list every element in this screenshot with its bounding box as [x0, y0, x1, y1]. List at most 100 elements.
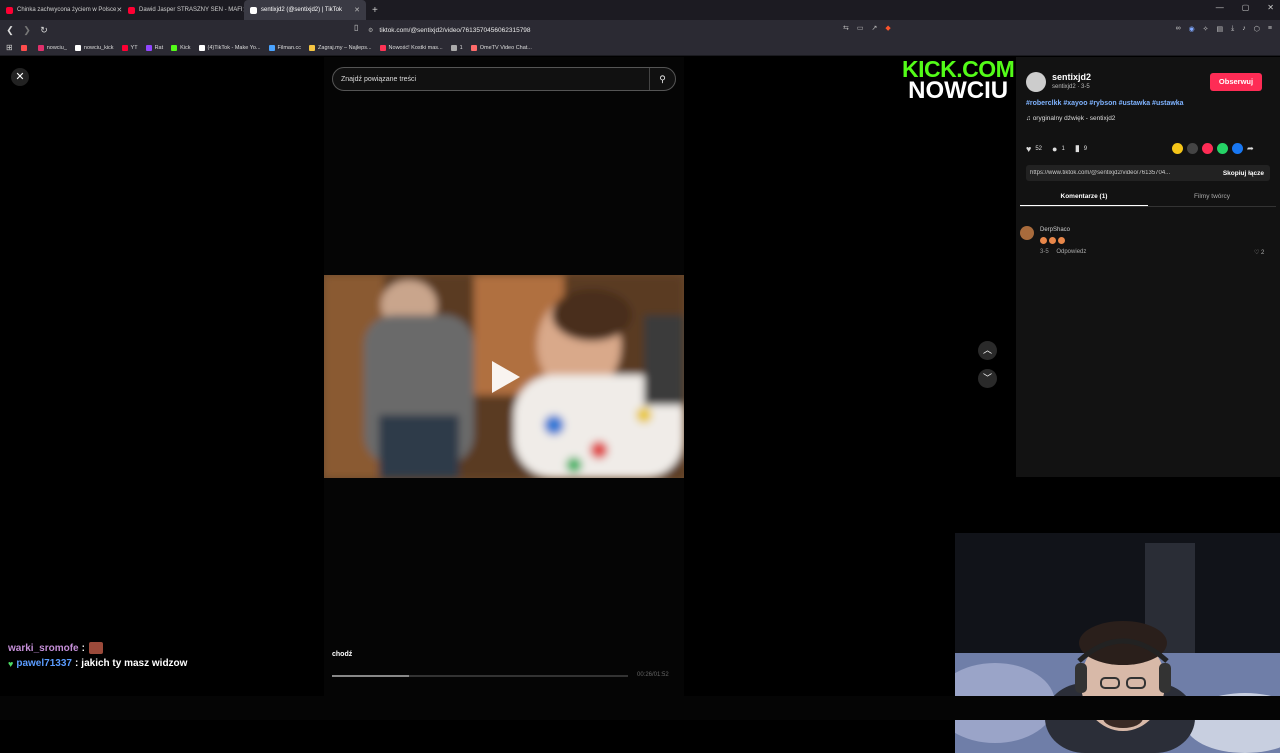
twitch-icon	[145, 44, 152, 51]
bookmark-page-icon[interactable]: ▯	[354, 23, 358, 32]
tab-creator-videos[interactable]: Filmy twórcy	[1148, 189, 1276, 206]
wallet-icon[interactable]: ⬡	[1254, 25, 1260, 33]
vpn-icon[interactable]: ∞	[1176, 25, 1181, 33]
bookmark-item[interactable]	[20, 44, 30, 51]
instagram-icon	[37, 44, 44, 51]
bookmark-item[interactable]: nowciu_kick	[74, 44, 114, 51]
tiktok-icon	[250, 6, 257, 14]
taskbar-strip	[0, 696, 1280, 720]
reload-icon[interactable]: ↻	[37, 25, 51, 36]
apps-grid-icon[interactable]: ⊞	[6, 43, 13, 52]
browser-tab-2[interactable]: Dawid Jasper STRASZNY SEN - MAFI ✕	[122, 0, 244, 20]
minimize-icon[interactable]: —	[1216, 3, 1224, 12]
video-hashtags[interactable]: #roberclkk #xayoo #rybson #ustawka #usta…	[1026, 100, 1184, 107]
bookmark-item[interactable]: Zagraj.my – Najleps...	[309, 44, 372, 51]
like-button[interactable]: ♥ 52	[1026, 144, 1042, 154]
tab-title: sentixjd2 (@sentixjd2) | TikTok	[261, 7, 343, 13]
stream-chat-overlay: warki_sromofe : ♥ pawel71337 : jakich ty…	[8, 642, 187, 673]
music-icon[interactable]: ♪	[1242, 25, 1246, 33]
tab-comments[interactable]: Komentarze (1)	[1020, 189, 1148, 206]
maximize-icon[interactable]: ▢	[1242, 3, 1250, 12]
copy-link-button[interactable]: Skopiuj łącze	[1223, 170, 1264, 177]
play-icon[interactable]	[492, 361, 520, 393]
bookmark-item[interactable]: Kick	[171, 44, 191, 51]
reply-button[interactable]: Odpowiedz	[1056, 249, 1086, 255]
whatsapp-icon[interactable]	[1217, 143, 1228, 154]
kick-overlay-logo: KICK.COM NOWCIU	[902, 58, 1015, 104]
comment-like-button[interactable]: ♡ 2	[1254, 249, 1264, 256]
sidebar-icon[interactable]: ▤	[1217, 25, 1224, 33]
chat-text: jakich ty masz widzow	[81, 658, 188, 669]
window-controls: — ▢ ✕	[1216, 3, 1274, 12]
bookmark-item[interactable]: (4)TikTok - Make Yo...	[198, 44, 261, 51]
profile-username[interactable]: sentixjd2	[1052, 72, 1091, 82]
browser-tab-3[interactable]: sentixjd2 (@sentixjd2) | TikTok ✕	[244, 0, 366, 20]
emoji-share-icon[interactable]	[1172, 143, 1183, 154]
video-player[interactable]	[324, 275, 684, 478]
tab-title: Chinka zachwycona życiem w Polsce	[17, 7, 117, 13]
comment-username[interactable]: DerpShaco	[1040, 227, 1070, 233]
emoji-icon	[1040, 237, 1047, 244]
address-bar-icons: ⇆ ▭ ↗ ◆	[843, 24, 891, 32]
send-icon[interactable]	[1202, 143, 1213, 154]
youtube-icon	[6, 6, 13, 14]
music-note-icon: ♫	[1026, 115, 1033, 122]
video-details-panel: sentixjd2 sentixjd2 · 3-5 Obserwuj #robe…	[1016, 57, 1280, 477]
previous-video-button[interactable]: ︿	[978, 341, 997, 360]
url-text: tiktok.com/@sentixjd2/video/761357045606…	[379, 26, 531, 34]
video-caption: chodź	[332, 651, 353, 658]
kostki-icon	[379, 44, 386, 51]
bookmark-item[interactable]: Rat	[145, 44, 163, 51]
bookmark-item[interactable]: nowciu_	[37, 44, 67, 51]
bookmark-item[interactable]: Nowość! Kostki mas...	[379, 44, 443, 51]
youtube-icon	[128, 6, 135, 14]
comment-emojis	[1040, 237, 1065, 244]
embed-icon[interactable]	[1187, 143, 1198, 154]
translate-icon[interactable]: ⇆	[843, 24, 849, 32]
new-tab-button[interactable]: +	[372, 5, 378, 16]
brave-shield-icon[interactable]: ◆	[885, 24, 890, 32]
browser-tab-1[interactable]: Chinka zachwycona życiem w Polsce ✕	[0, 0, 122, 20]
bookmark-item[interactable]: 1	[450, 44, 463, 51]
bookmark-item[interactable]: OmeTV Video Chat...	[470, 44, 532, 51]
comment-button[interactable]: ● 1	[1052, 144, 1065, 154]
share-link-text[interactable]: https://www.tiktok.com/@sentixjd2/video/…	[1030, 170, 1204, 176]
site-info-icon[interactable]: ⚙	[368, 27, 373, 34]
more-share-icon[interactable]: ➦	[1247, 143, 1258, 154]
back-icon[interactable]: ❮	[3, 25, 17, 36]
video-progress-bar[interactable]	[332, 675, 628, 677]
download-icon[interactable]: ⤓	[1231, 25, 1234, 33]
next-video-button[interactable]: ﹀	[978, 369, 997, 388]
close-window-icon[interactable]: ✕	[1267, 3, 1274, 12]
share-icon[interactable]: ↗	[872, 24, 878, 32]
commenter-avatar[interactable]	[1020, 226, 1034, 240]
save-button[interactable]: ▮ 9	[1075, 143, 1087, 154]
chat-username: pawel71337	[16, 658, 72, 669]
extensions-icon[interactable]: ✧	[1203, 25, 1209, 33]
menu-icon[interactable]: ≡	[1268, 25, 1272, 33]
youtube-icon	[121, 44, 128, 51]
tiktok-icon	[198, 44, 205, 51]
avatar[interactable]	[1026, 72, 1046, 92]
close-tab-icon[interactable]: ✕	[354, 6, 360, 14]
bookmarks-bar: ⊞ nowciu_ nowciu_kick YT Rat Kick (4)Tik…	[0, 40, 1280, 56]
address-bar[interactable]: ⚙ tiktok.com/@sentixjd2/video/7613570456…	[368, 23, 908, 37]
kick-icon	[171, 44, 178, 51]
forward-icon[interactable]: ❯	[20, 25, 34, 36]
panel-tabs: Komentarze (1) Filmy twórcy	[1020, 189, 1276, 207]
emoji-icon	[1058, 237, 1065, 244]
bookmark-item[interactable]: Filman.cc	[268, 44, 301, 51]
screenshot-icon[interactable]: ▭	[857, 24, 864, 32]
bookmark-item[interactable]: YT	[121, 44, 138, 51]
video-sound[interactable]: ♫ oryginalny dźwięk - sentixjd2	[1026, 115, 1115, 122]
tiktok-viewer: ✕ Znajdź powiązane treści ⚲ chodź 00:26/…	[0, 57, 1280, 753]
facebook-icon[interactable]	[1232, 143, 1243, 154]
channel-name-text: NOWCIU	[908, 77, 1009, 104]
close-icon[interactable]: ✕	[11, 68, 29, 86]
bookmark-icon	[20, 44, 27, 51]
related-search-input[interactable]: Znajdź powiązane treści ⚲	[332, 67, 676, 91]
follow-button[interactable]: Obserwuj	[1210, 73, 1262, 91]
zagraj-icon	[309, 44, 316, 51]
search-icon[interactable]: ⚲	[649, 68, 675, 90]
audio-icon[interactable]: ◉	[1189, 25, 1195, 33]
